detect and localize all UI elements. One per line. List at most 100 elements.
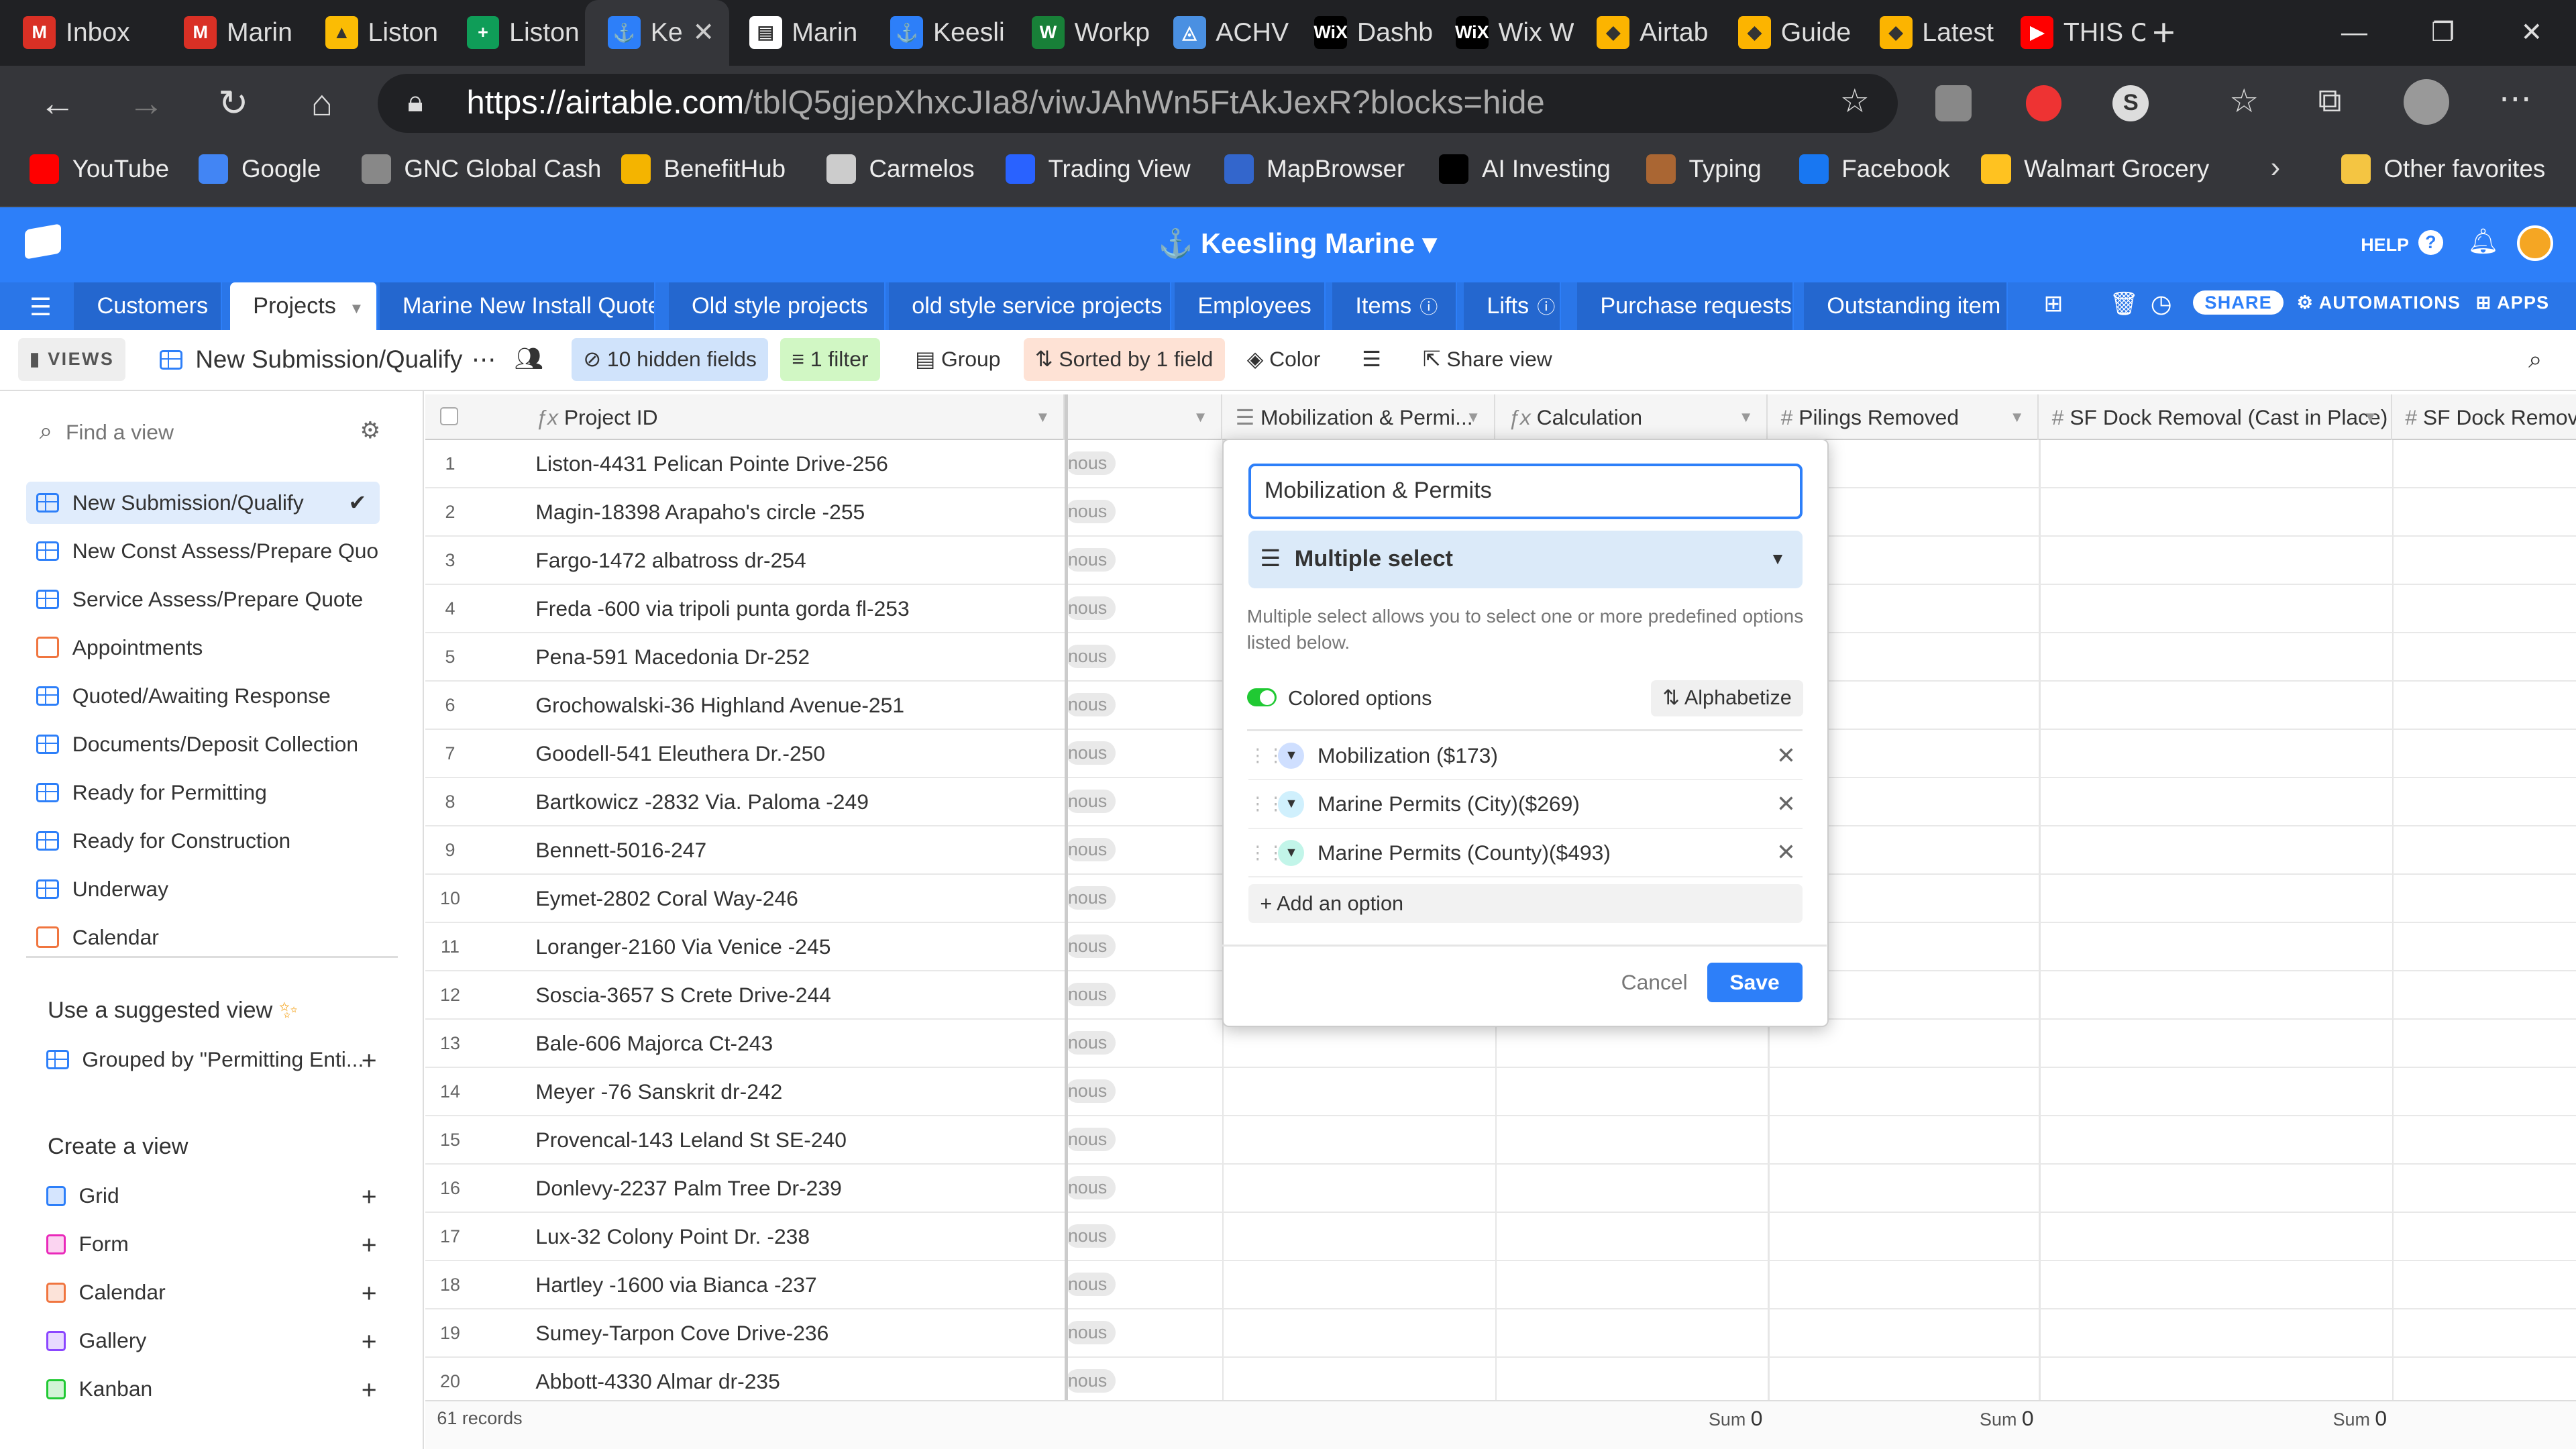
add-option-button[interactable]: + Add an option [1248, 883, 1803, 924]
search-icon[interactable]: ⌕ [2517, 338, 2554, 381]
browser-tab[interactable]: ◬ ACHV [1150, 0, 1291, 66]
tab-employees[interactable]: Employees [1175, 282, 1326, 331]
bookmark-item[interactable]: Google [199, 142, 321, 197]
col-header-sf-dock-removal-2[interactable]: # SF Dock Remova [2392, 394, 2576, 441]
browser-tab[interactable]: M Inbox [0, 0, 151, 66]
automations-button[interactable]: ⚙ AUTOMATIONS [2297, 292, 2461, 313]
table-row[interactable]: 19 Sumey-Tarpon Cove Drive-236 nous [425, 1309, 2576, 1358]
hidden-fields-button[interactable]: ⊘ 10 hidden fields [572, 338, 769, 382]
select-option-row[interactable]: ⋮⋮ ▼ Mobilization ($173) ✕ [1248, 733, 1803, 781]
sidebar-view-documents-deposit-collection[interactable]: Documents/Deposit Collection [26, 723, 380, 766]
apps-button[interactable]: ⊞ APPS [2476, 292, 2550, 313]
table-row[interactable]: 18 Hartley -1600 via Bianca -237 nous [425, 1261, 2576, 1310]
bookmark-item[interactable]: BenefitHub [621, 142, 786, 197]
option-label[interactable]: Mobilization ($173) [1318, 743, 1498, 768]
view-menu-icon[interactable]: ⋯ [460, 338, 508, 381]
share-button[interactable]: SHARE [2193, 290, 2284, 315]
project-id-cell[interactable]: Sumey-Tarpon Cove Drive-236 [535, 1309, 828, 1357]
drag-handle-icon[interactable]: ⋮⋮ [1248, 794, 1285, 814]
table-row[interactable]: 15 Provencal-143 Leland St SE-240 nous [425, 1116, 2576, 1165]
tab-items[interactable]: Items ⓘ [1332, 282, 1458, 331]
bookmark-item[interactable]: Walmart Grocery [1981, 142, 2209, 197]
reload-icon[interactable]: ↻ [209, 79, 258, 128]
field-name-input[interactable]: Mobilization & Permits [1248, 463, 1803, 519]
create-form-view[interactable]: Form [36, 1223, 390, 1266]
col-header-mobilization[interactable]: ☰ Mobilization & Permi... ▼ [1222, 394, 1495, 441]
table-row[interactable]: 13 Bale-606 Majorca Ct-243 nous [425, 1020, 2576, 1069]
filter-button[interactable]: ≡ 1 filter [780, 338, 880, 382]
hamburger-menu-icon[interactable]: ☰ [30, 292, 52, 321]
favorite-star-icon[interactable]: ☆ [1840, 82, 1870, 120]
browser-tab[interactable]: ▲ Liston [303, 0, 444, 66]
project-id-cell[interactable]: Meyer -76 Sanskrit dr-242 [535, 1068, 782, 1116]
sidebar-view-new-submission-qualify[interactable]: New Submission/Qualify ✔ [26, 481, 380, 525]
browser-tab[interactable]: WiX Wix W [1433, 0, 1574, 66]
find-view-input[interactable] [65, 417, 345, 447]
create-gallery-view[interactable]: Gallery [36, 1320, 390, 1362]
bookmark-item[interactable]: Facebook [1799, 142, 1950, 197]
restore-icon[interactable]: ❐ [2399, 0, 2487, 66]
bookmark-item[interactable]: GNC Global Cash [361, 142, 601, 197]
sort-button[interactable]: ⇅ Sorted by 1 field [1023, 338, 1225, 382]
back-icon[interactable]: ← [33, 79, 82, 128]
drag-handle-icon[interactable]: ⋮⋮ [1248, 745, 1285, 766]
sidebar-view-quoted-awaiting-response[interactable]: Quoted/Awaiting Response [26, 675, 380, 718]
browser-tab[interactable]: + Liston [443, 0, 588, 66]
bookmark-item[interactable]: MapBrowser [1224, 142, 1405, 197]
home-icon[interactable]: ⌂ [297, 79, 346, 128]
tab-projects[interactable]: Projects ▼ [229, 282, 378, 331]
close-window-icon[interactable]: ✕ [2487, 0, 2576, 66]
add-grid-view-icon[interactable]: + [362, 1183, 377, 1212]
tab-old-style-service-projects[interactable]: old style service projects [888, 282, 1172, 331]
user-avatar[interactable] [2516, 225, 2553, 262]
select-option-row[interactable]: ⋮⋮ ▼ Marine Permits (County)($493) ✕ [1248, 830, 1803, 877]
sum-sf-dock[interactable]: Sum 0 [1980, 1406, 2034, 1431]
sidebar-view-new-const-assess-prepare-quo[interactable]: New Const Assess/Prepare Quo... [26, 530, 380, 573]
group-button[interactable]: ▤ Group [904, 338, 1012, 381]
project-id-cell[interactable]: Eymet-2802 Coral Way-246 [535, 875, 798, 922]
tab-lifts[interactable]: Lifts ⓘ [1464, 282, 1561, 331]
help-link[interactable]: HELP [2361, 235, 2409, 256]
project-id-cell[interactable]: Pena-591 Macedonia Dr-252 [535, 633, 810, 681]
trash-icon[interactable]: 🗑︎ [2110, 290, 2139, 317]
table-row[interactable]: 17 Lux-32 Colony Point Dr. -238 nous [425, 1213, 2576, 1262]
project-id-cell[interactable]: Magin-18398 Arapaho's circle -255 [535, 488, 865, 536]
project-id-cell[interactable]: Freda -600 via tripoli punta gorda fl-25… [535, 585, 909, 633]
col-header-project-id[interactable]: ƒx Project ID ▼ [523, 394, 1065, 441]
browser-tab[interactable]: ◆ Guide [1715, 0, 1857, 66]
alphabetize-button[interactable]: ⇅ Alphabetize [1651, 680, 1803, 716]
other-favorites[interactable]: Other favorites [2341, 142, 2545, 197]
history-icon[interactable]: ◷ [2151, 289, 2172, 318]
suggested-view-item[interactable]: Grouped by "Permitting Enti... [36, 1038, 390, 1081]
sidebar-view-service-assess-prepare-quote[interactable]: Service Assess/Prepare Quote [26, 578, 380, 621]
project-id-cell[interactable]: Provencal-143 Leland St SE-240 [535, 1116, 847, 1164]
browser-tab[interactable]: W Workp [1009, 0, 1150, 66]
browser-tab[interactable]: ◆ Latest [1856, 0, 1998, 66]
project-id-cell[interactable]: Hartley -1600 via Bianca -237 [535, 1261, 816, 1309]
remove-option-icon[interactable]: ✕ [1776, 743, 1796, 769]
sidebar-view-ready-for-permitting[interactable]: Ready for Permitting [26, 771, 380, 814]
create-calendar-view[interactable]: Calendar [36, 1271, 390, 1314]
sidebar-view-appointments[interactable]: Appointments [26, 627, 380, 669]
project-id-cell[interactable]: Liston-4431 Pelican Pointe Drive-256 [535, 440, 888, 488]
field-type-select[interactable]: ☰ Multiple select ▼ [1248, 531, 1803, 588]
favorites-icon[interactable]: ☆ [2229, 82, 2259, 120]
option-label[interactable]: Marine Permits (County)($493) [1318, 841, 1611, 865]
tab-purchase-requests[interactable]: Purchase requests [1577, 282, 1794, 331]
help-icon[interactable]: ? [2418, 229, 2443, 255]
project-id-cell[interactable]: Bartkowicz -2832 Via. Paloma -249 [535, 778, 869, 826]
cancel-button[interactable]: Cancel [1610, 963, 1699, 1002]
browser-tab[interactable]: ◆ Airtab [1574, 0, 1715, 66]
current-view-name[interactable]: New Submission/Qualify [148, 338, 474, 381]
browser-tab[interactable]: ▶ THIS C [1998, 0, 2145, 66]
tab-marine-new-install-quote[interactable]: Marine New Install Quote [379, 282, 656, 331]
drag-handle-icon[interactable]: ⋮⋮ [1248, 843, 1285, 863]
col-header-hidden[interactable]: ▼ [1065, 394, 1223, 441]
tab-old-style-projects[interactable]: Old style projects [668, 282, 885, 331]
add-kanban-view-icon[interactable]: + [362, 1376, 377, 1405]
tab-outstanding-item[interactable]: Outstanding item [1804, 282, 2008, 331]
create-kanban-view[interactable]: Kanban [36, 1368, 390, 1411]
bookmark-item[interactable]: Trading View [1005, 142, 1191, 197]
option-color-chip[interactable]: ▼ [1278, 791, 1305, 818]
col-header-sf-dock-removal[interactable]: # SF Dock Removal (Cast in Place) ▼ [2039, 394, 2392, 441]
